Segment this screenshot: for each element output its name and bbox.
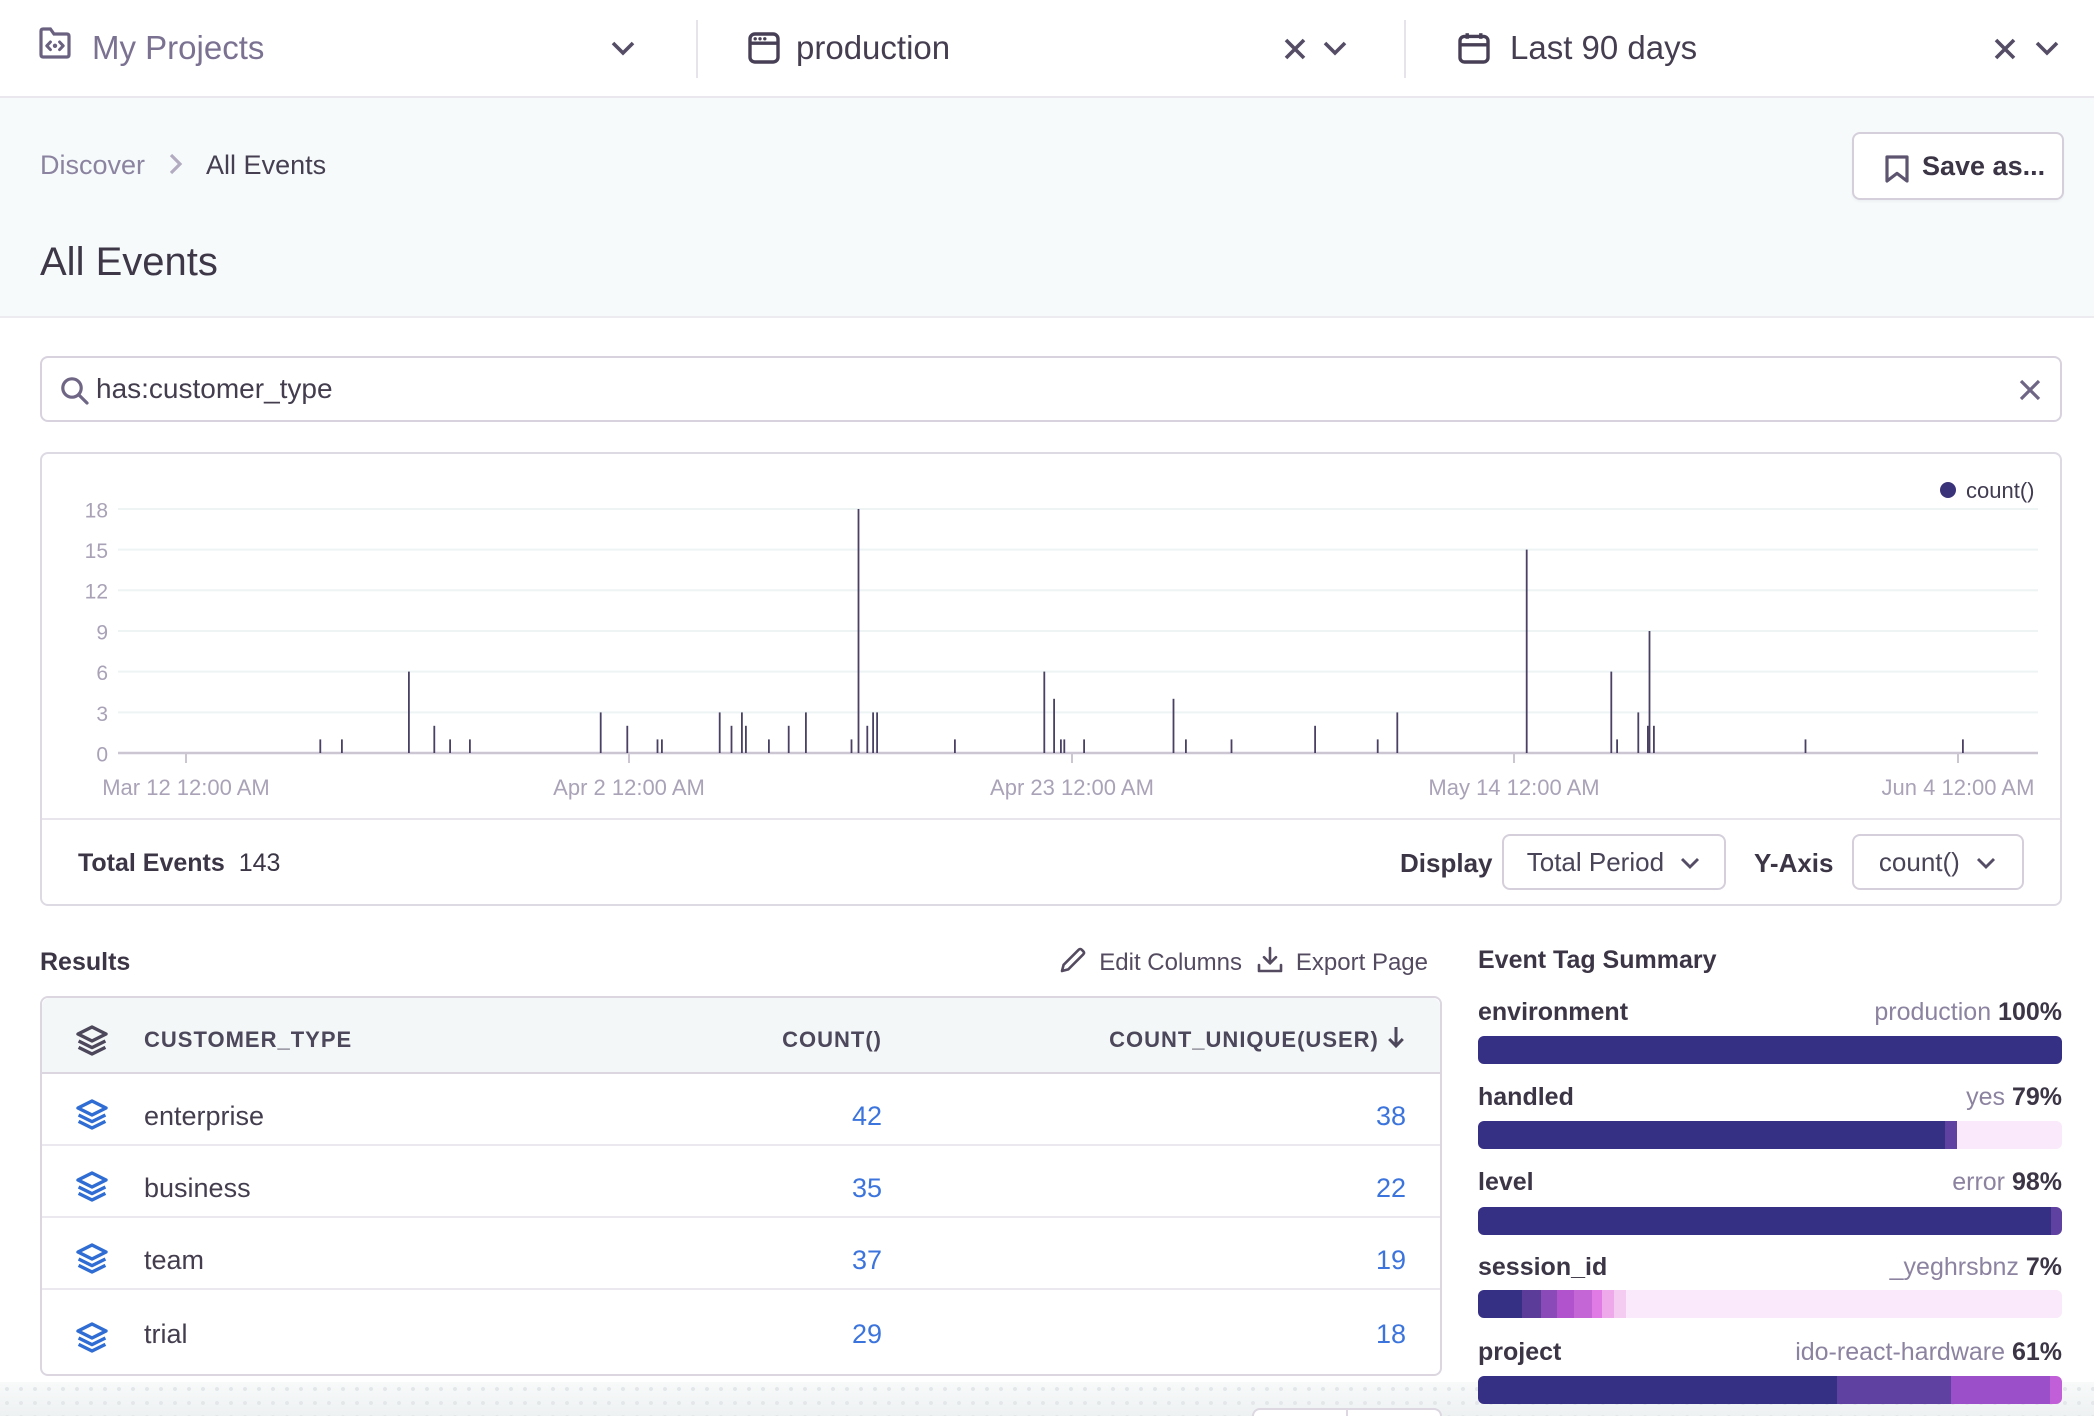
svg-text:Apr 2 12:00 AM: Apr 2 12:00 AM xyxy=(553,775,705,800)
svg-text:3: 3 xyxy=(96,703,108,726)
svg-text:18: 18 xyxy=(85,499,108,522)
svg-text:15: 15 xyxy=(85,540,108,563)
svg-text:May 14 12:00 AM: May 14 12:00 AM xyxy=(1428,775,1599,800)
svg-text:Mar 12 12:00 AM: Mar 12 12:00 AM xyxy=(102,775,270,800)
svg-text:6: 6 xyxy=(96,662,108,685)
svg-text:12: 12 xyxy=(85,581,108,604)
svg-text:Jun 4 12:00 AM: Jun 4 12:00 AM xyxy=(1882,775,2035,800)
svg-text:0: 0 xyxy=(96,743,108,766)
svg-text:Apr 23 12:00 AM: Apr 23 12:00 AM xyxy=(990,775,1154,800)
svg-text:9: 9 xyxy=(96,621,108,644)
